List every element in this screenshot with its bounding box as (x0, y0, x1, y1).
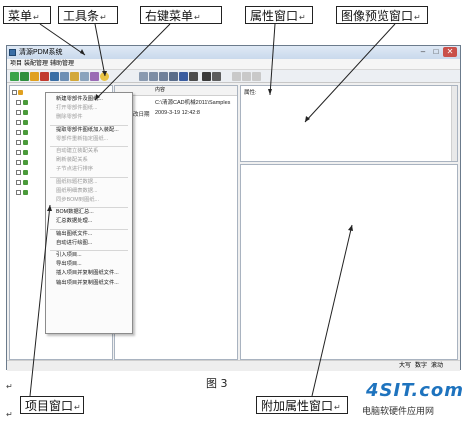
paragraph-mark: ↵ (6, 410, 13, 419)
watermark-brand: 4SIT.com (366, 380, 465, 401)
figure-caption: 图 3 (206, 377, 228, 390)
watermark-subtitle: 电脑软硬件应用网 (362, 407, 435, 417)
callout-leader-lines (29, 23, 396, 397)
paragraph-mark: ↵ (6, 382, 13, 391)
site-watermark: 4SIT.com 电脑软硬件应用网 (362, 378, 465, 418)
